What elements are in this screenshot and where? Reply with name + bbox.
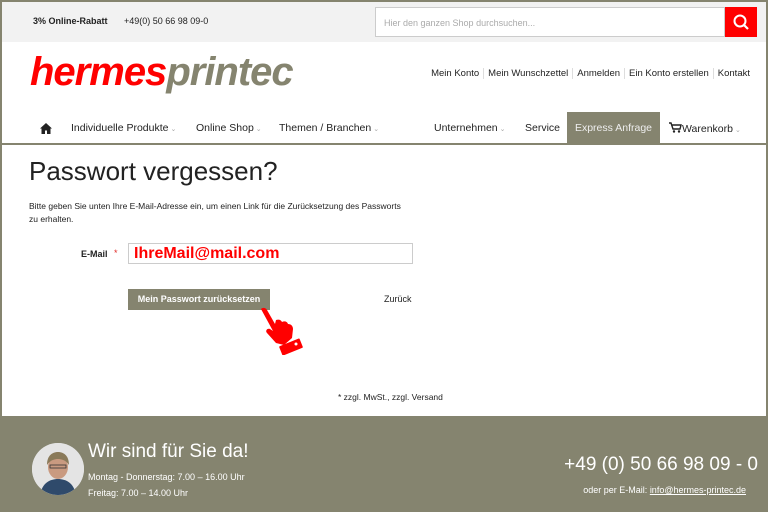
required-marker: * <box>114 248 118 258</box>
nav-label: Warenkorb <box>682 123 733 135</box>
chevron-down-icon: ⌄ <box>255 126 262 133</box>
cart-icon <box>669 122 682 133</box>
hours-fri: Freitag: 7.00 – 14.00 Uhr <box>88 488 189 498</box>
top-phone: +49(0) 50 66 98 09-0 <box>124 16 209 26</box>
logo-part-1: hermes <box>30 50 167 94</box>
back-link[interactable]: Zurück <box>384 294 412 304</box>
link-mein-konto[interactable]: Mein Konto <box>427 68 483 79</box>
pointing-hand-icon <box>261 307 303 355</box>
email-field[interactable]: IhreMail@mail.com <box>128 243 413 264</box>
link-wunschzettel[interactable]: Mein Wunschzettel <box>483 68 572 79</box>
tax-note: * zzgl. MwSt., zzgl. Versand <box>338 392 443 402</box>
chevron-down-icon: ⌄ <box>499 126 506 133</box>
hours-mon-thu: Montag - Donnerstag: 7.00 – 16.00 Uhr <box>88 472 245 482</box>
intro-text: Bitte geben Sie unten Ihre E-Mail-Adress… <box>29 201 401 224</box>
link-kontakt[interactable]: Kontakt <box>712 68 754 79</box>
search-icon <box>733 14 749 30</box>
support-avatar <box>32 443 84 495</box>
nav-themen-branchen[interactable]: Themen / Branchen ⌄ <box>279 122 379 134</box>
nav-label: Individuelle Produkte <box>71 122 169 134</box>
nav-individuelle-produkte[interactable]: Individuelle Produkte ⌄ <box>71 122 176 134</box>
nav-service[interactable]: Service <box>525 122 560 134</box>
nav-warenkorb[interactable]: Warenkorb ⌄ <box>669 122 741 135</box>
footer-email-link[interactable]: info@hermes-printec.de <box>650 485 746 495</box>
chevron-down-icon: ⌄ <box>170 126 177 133</box>
footer: Wir sind für Sie da! Montag - Donnerstag… <box>0 416 768 512</box>
search-input[interactable]: Hier den ganzen Shop durchsuchen... <box>375 7 725 37</box>
email-label: E-Mail <box>81 249 108 259</box>
reset-password-button[interactable]: Mein Passwort zurücksetzen <box>128 289 270 310</box>
logo-part-2: printec <box>166 50 293 94</box>
footer-title: Wir sind für Sie da! <box>88 441 249 462</box>
nav-unternehmen[interactable]: Unternehmen ⌄ <box>434 122 506 134</box>
footer-phone[interactable]: +49 (0) 50 66 98 09 - 0 <box>564 454 758 476</box>
nav-label: Unternehmen <box>434 122 498 134</box>
home-icon[interactable] <box>40 123 52 134</box>
logo[interactable]: hermesprintec <box>30 50 294 94</box>
page-title: Passwort vergessen? <box>29 156 278 186</box>
link-anmelden[interactable]: Anmelden <box>572 68 624 79</box>
search-button[interactable] <box>725 7 757 37</box>
nav-express-anfrage[interactable]: Express Anfrage <box>567 112 660 145</box>
chevron-down-icon: ⌄ <box>734 127 741 134</box>
mail-prefix: oder per E-Mail: <box>583 485 650 495</box>
chevron-down-icon: ⌄ <box>373 126 380 133</box>
link-konto-erstellen[interactable]: Ein Konto erstellen <box>624 68 713 79</box>
discount-text: 3% Online-Rabatt <box>33 16 108 26</box>
account-links: Mein Konto Mein Wunschzettel Anmelden Ei… <box>427 68 754 79</box>
nav-online-shop[interactable]: Online Shop ⌄ <box>196 122 262 134</box>
nav-label: Online Shop <box>196 122 254 134</box>
footer-mail-line: oder per E-Mail: info@hermes-printec.de <box>583 485 746 495</box>
nav-label: Themen / Branchen <box>279 122 372 134</box>
